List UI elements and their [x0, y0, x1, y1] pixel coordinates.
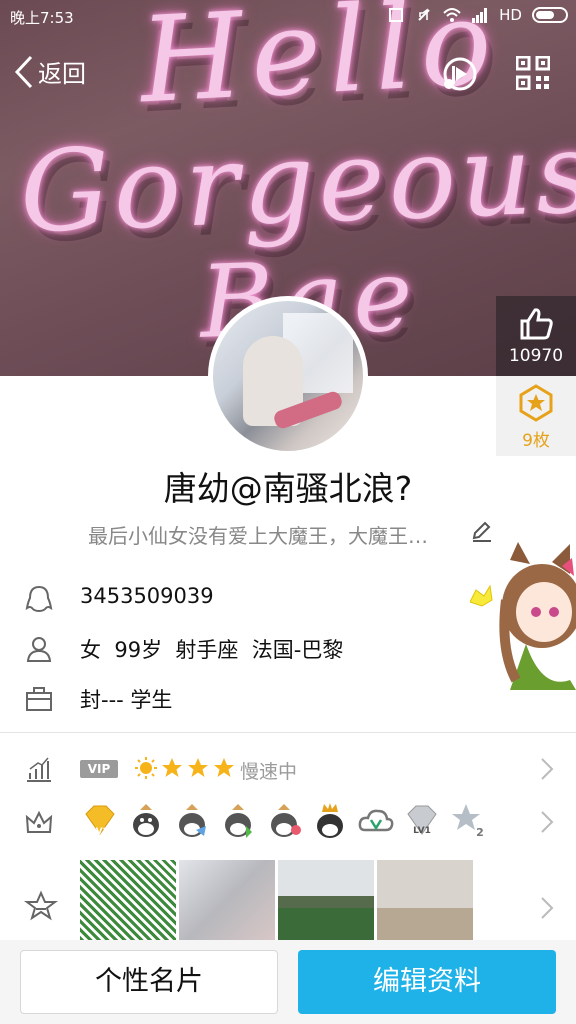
- qq-number-row[interactable]: 3453509039: [0, 572, 576, 622]
- diamond-badge-icon: LV2: [80, 800, 120, 840]
- section-divider: [0, 732, 576, 733]
- crown-icon: [25, 810, 53, 833]
- network-label: HD: [499, 6, 522, 24]
- photo-thumbnails: [80, 860, 473, 940]
- svg-text:2: 2: [476, 826, 484, 839]
- status-time: 晚上7:53: [10, 9, 74, 27]
- thumbs-up-icon: [520, 308, 553, 340]
- signal-icon: [472, 8, 488, 23]
- battery-icon: [532, 7, 568, 23]
- qq-number: 3453509039: [80, 584, 214, 608]
- wifi-icon: [443, 8, 461, 22]
- back-label: 返回: [38, 60, 86, 88]
- penguin-icon: [25, 585, 53, 613]
- bottom-action-bar: 个性名片 编辑资料: [0, 940, 576, 1024]
- basic-info: 女 99岁 射手座 法国-巴黎: [80, 638, 344, 662]
- cloud-badge-icon: [356, 800, 396, 840]
- star-icon: [188, 758, 208, 777]
- status-bar: 晚上7:53 HD: [0, 0, 576, 34]
- edit-profile-button[interactable]: 编辑资料: [298, 950, 556, 1014]
- speed-status: 慢速中: [240, 761, 298, 783]
- gem-badge-icon: LV1: [402, 800, 442, 840]
- sun-icon: [135, 757, 157, 779]
- occupation-row[interactable]: 封--- 学生: [0, 672, 576, 722]
- screen-mirror-icon: [389, 8, 404, 22]
- medal-count: 9枚: [522, 431, 550, 451]
- star-outline-icon: [24, 890, 58, 921]
- person-icon: [26, 637, 52, 662]
- level-suns: [134, 756, 236, 780]
- vip-badge: VIP: [80, 760, 118, 778]
- profile-name: 唐幼@南骚北浪?: [163, 469, 413, 508]
- chevron-right-icon: [541, 811, 554, 833]
- chevron-right-icon: [541, 758, 554, 780]
- occupation: 封--- 学生: [80, 688, 173, 712]
- qr-code-icon[interactable]: [516, 56, 550, 90]
- penguin-badge-icon: [218, 800, 258, 840]
- chevron-left-icon: [14, 55, 33, 88]
- photo-thumbnail[interactable]: [80, 860, 176, 940]
- mute-icon: [418, 8, 430, 21]
- star-icon: [162, 758, 182, 777]
- back-button[interactable]: 返回: [14, 54, 86, 89]
- svg-text:LV1: LV1: [413, 826, 431, 836]
- chevron-right-icon: [541, 897, 554, 919]
- signature-text[interactable]: 最后小仙女没有爱上大魔王，大魔王…: [88, 520, 428, 549]
- level-chart-icon: [27, 757, 51, 782]
- neon-text-line: Gorgeous: [17, 107, 576, 259]
- penguin-crown-badge-icon: [310, 800, 350, 840]
- penguin-badge-icon: [126, 800, 166, 840]
- basic-info-row[interactable]: 女 99岁 射手座 法国-巴黎: [0, 622, 576, 672]
- like-count: 10970: [508, 346, 564, 366]
- avatar[interactable]: [208, 296, 368, 456]
- star-badge-icon: 2: [448, 800, 488, 840]
- briefcase-icon: [26, 687, 52, 711]
- penguin-badge-icon: [264, 800, 304, 840]
- penguin-badge-icon: [172, 800, 212, 840]
- medal-button[interactable]: 9枚: [496, 376, 576, 456]
- star-icon: [214, 758, 234, 777]
- music-play-icon[interactable]: [440, 54, 480, 94]
- medal-star-icon: [519, 384, 553, 422]
- profile-card-button[interactable]: 个性名片: [20, 950, 278, 1014]
- like-button[interactable]: 10970: [496, 296, 576, 376]
- photo-thumbnail[interactable]: [179, 860, 275, 940]
- photo-thumbnail[interactable]: [278, 860, 374, 940]
- photo-thumbnail[interactable]: [377, 860, 473, 940]
- top-bar: 返回: [0, 44, 576, 104]
- status-icons: HD: [387, 6, 568, 24]
- badge-list: LV2 LV1 2: [80, 800, 488, 840]
- svg-text:LV2: LV2: [91, 827, 109, 837]
